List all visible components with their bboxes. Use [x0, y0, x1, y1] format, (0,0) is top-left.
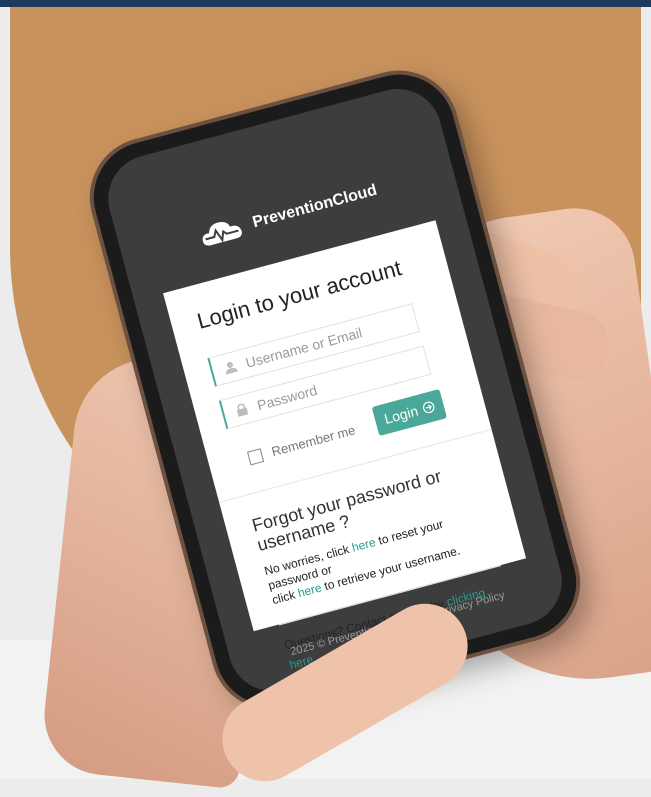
top-band	[0, 0, 651, 7]
remember-me-label: Remember me	[269, 422, 357, 460]
remember-me[interactable]: Remember me	[246, 422, 357, 465]
reset-password-link[interactable]: here	[350, 535, 377, 555]
lock-icon	[236, 403, 249, 417]
login-panel: Login to your account Remember me	[163, 220, 527, 672]
cloud-pulse-icon	[202, 222, 242, 246]
remember-me-checkbox[interactable]	[246, 447, 265, 465]
login-button[interactable]: Login	[371, 388, 448, 437]
arrow-right-circle-icon	[422, 401, 435, 414]
login-button-label: Login	[382, 402, 420, 427]
user-icon	[226, 361, 238, 375]
brand-name: PreventionCloud	[250, 181, 379, 232]
